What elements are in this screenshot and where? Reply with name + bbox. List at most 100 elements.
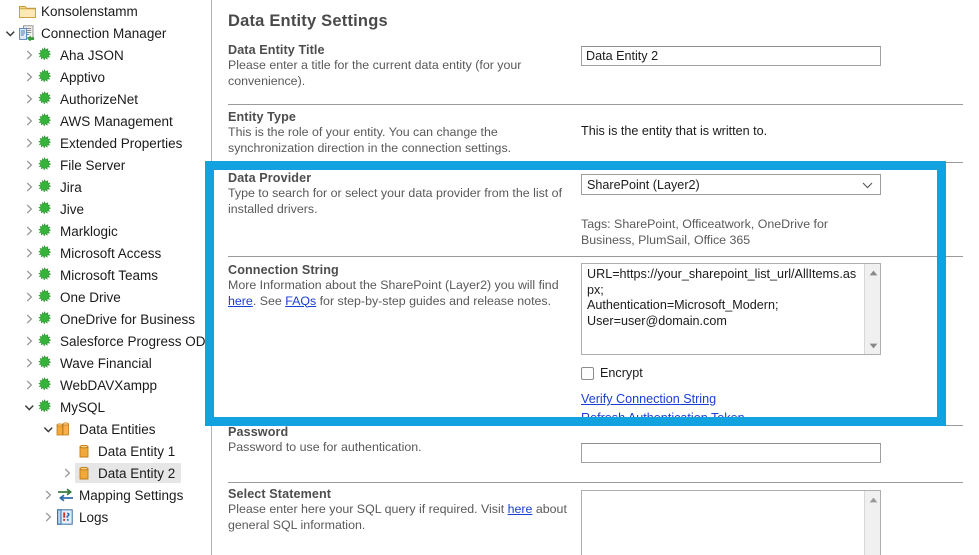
select-statement-scrollbar[interactable] [864,491,880,555]
tree-item-content[interactable]: Logs [56,507,114,527]
chevron-right-icon[interactable] [59,462,75,484]
data-entity-title-input[interactable] [581,46,881,66]
connection-tree-panel[interactable]: Konsolenstamm Connection Manager Aha JSON A… [0,0,212,555]
connection-string-textarea[interactable]: URL=https://your_sharepoint_list_url/All… [581,263,881,355]
tree-item-marklogic[interactable]: Marklogic [0,220,211,242]
tree-item-data-entity-2[interactable]: Data Entity 2 [0,462,211,484]
tree-item-content[interactable]: Konsolenstamm [18,1,144,21]
chevron-right-icon[interactable] [21,330,37,352]
chevron-right-icon[interactable] [21,110,37,132]
tree-item-content[interactable]: File Server [37,155,131,175]
tree-item-file-server[interactable]: File Server [0,154,211,176]
chevron-right-icon[interactable] [21,220,37,242]
tree-list[interactable]: Konsolenstamm Connection Manager Aha JSON A… [0,0,211,528]
encrypt-checkbox-row[interactable]: Encrypt [581,366,881,380]
tree-item-mysql[interactable]: MySQL [0,396,211,418]
tree-item-aha-json[interactable]: Aha JSON [0,44,211,66]
chevron-down-icon[interactable] [40,418,56,440]
tree-item-label: Konsolenstamm [41,3,138,19]
tree-item-content[interactable]: Data Entities [56,419,162,439]
chevron-right-icon[interactable] [40,506,56,528]
connection-string-here-link[interactable]: here [228,294,253,308]
tree-item-connection-manager[interactable]: Connection Manager [0,22,211,44]
chevron-right-icon[interactable] [21,242,37,264]
tree-item-content[interactable]: Wave Financial [37,353,158,373]
encrypt-checkbox[interactable] [581,366,594,380]
tree-item-jive[interactable]: Jive [0,198,211,220]
tree-item-salesforce-progress-odbc[interactable]: Salesforce Progress ODBC [0,330,211,352]
tree-item-jira[interactable]: Jira [0,176,211,198]
plug-icon [37,46,55,64]
plug-icon [37,310,55,328]
cs-desc-part2: . See [252,293,286,308]
chevron-right-icon[interactable] [21,154,37,176]
tree-item-content[interactable]: Salesforce Progress ODBC [37,331,211,351]
connection-icon [18,24,36,42]
tree-item-content[interactable]: AWS Management [37,111,179,131]
tree-item-apptivo[interactable]: Apptivo [0,66,211,88]
tree-item-content[interactable]: Microsoft Access [37,243,167,263]
chevron-right-icon[interactable] [21,374,37,396]
data-provider-tags: Tags: SharePoint, Officeatwork, OneDrive… [581,217,829,247]
tree-item-content[interactable]: Mapping Settings [56,485,189,505]
chevron-right-icon[interactable] [21,176,37,198]
chevron-right-icon[interactable] [21,286,37,308]
chevron-right-icon[interactable] [21,66,37,88]
chevron-down-icon[interactable] [2,22,18,44]
tree-item-content[interactable]: Extended Properties [37,133,188,153]
tree-item-content[interactable]: Aha JSON [37,45,130,65]
tree-item-content[interactable]: Data Entity 2 [75,463,182,483]
scroll-up-icon[interactable] [865,491,880,508]
tree-item-content[interactable]: AuthorizeNet [37,89,144,109]
tree-item-content[interactable]: Apptivo [37,67,111,87]
select-statement-textarea[interactable] [581,490,881,555]
scroll-up-icon[interactable] [865,264,880,281]
password-input[interactable] [581,443,881,463]
scroll-down-icon[interactable] [865,337,880,354]
tree-item-content[interactable]: Marklogic [37,221,124,241]
tree-item-authorizenet[interactable]: AuthorizeNet [0,88,211,110]
tree-item-logs[interactable]: Logs [0,506,211,528]
verify-connection-string-link[interactable]: Verify Connection String [581,392,716,406]
tree-item-content[interactable]: Data Entity 1 [75,441,181,461]
tree-item-content[interactable]: Jira [37,177,88,197]
chevron-right-icon[interactable] [21,352,37,374]
connection-string-faqs-link[interactable]: FAQs [285,294,316,308]
tree-item-data-entity-1[interactable]: Data Entity 1 [0,440,211,462]
select-statement-controls [581,490,881,555]
tree-item-content[interactable]: Connection Manager [18,23,172,43]
chevron-down-icon[interactable] [21,396,37,418]
tree-item-konsolenstamm[interactable]: Konsolenstamm [0,0,211,22]
password-description: Password to use for authentication. [228,440,422,454]
data-provider-select[interactable]: SharePoint (Layer2) [581,174,881,195]
tree-item-one-drive[interactable]: One Drive [0,286,211,308]
chevron-right-icon[interactable] [21,88,37,110]
chevron-right-icon[interactable] [21,264,37,286]
tree-item-microsoft-teams[interactable]: Microsoft Teams [0,264,211,286]
chevron-right-icon[interactable] [21,132,37,154]
chevron-down-icon [862,178,873,192]
chevron-right-icon[interactable] [40,484,56,506]
tree-item-mapping-settings[interactable]: Mapping Settings [0,484,211,506]
chevron-right-icon[interactable] [21,308,37,330]
tree-item-content[interactable]: WebDAVXampp [37,375,163,395]
tree-item-content[interactable]: One Drive [37,287,127,307]
connection-string-scrollbar[interactable] [864,264,880,354]
tree-item-aws-management[interactable]: AWS Management [0,110,211,132]
tree-item-wave-financial[interactable]: Wave Financial [0,352,211,374]
chevron-right-icon[interactable] [21,44,37,66]
tree-item-content[interactable]: MySQL [37,397,111,417]
tree-item-content[interactable]: Microsoft Teams [37,265,164,285]
tree-item-content[interactable]: Jive [37,199,90,219]
select-statement-here-link[interactable]: here [508,502,533,516]
tree-item-onedrive-for-business[interactable]: OneDrive for Business [0,308,211,330]
chevron-right-icon[interactable] [21,198,37,220]
plug-icon [37,376,55,394]
tree-item-extended-properties[interactable]: Extended Properties [0,132,211,154]
tree-item-content[interactable]: OneDrive for Business [37,309,201,329]
tree-item-data-entities[interactable]: Data Entities [0,418,211,440]
tree-item-webdavxampp[interactable]: WebDAVXampp [0,374,211,396]
tree-item-microsoft-access[interactable]: Microsoft Access [0,242,211,264]
entities-icon [56,420,74,438]
refresh-authentication-token-link[interactable]: Refresh Authentication Token [581,411,745,425]
